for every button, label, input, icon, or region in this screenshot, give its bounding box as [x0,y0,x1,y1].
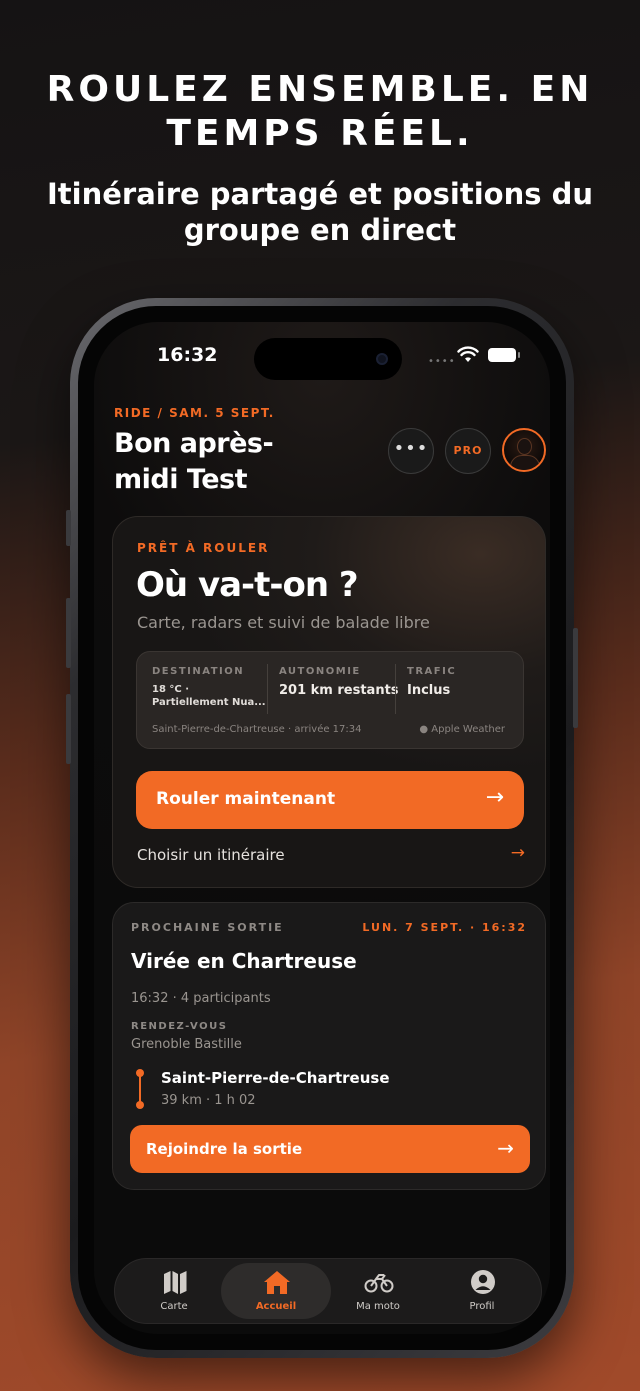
tab-bar: Carte Accueil Ma moto Profil [114,1258,542,1324]
phone-volume-up [66,598,71,668]
info-divider [395,664,396,714]
ride-card: PRÊT À ROULER Où va-t-on ? Carte, radars… [112,516,546,888]
battery-icon [488,348,520,362]
arrow-right-icon: → [497,1136,514,1160]
dynamic-island [254,338,402,380]
pro-button[interactable]: PRO [445,428,491,474]
camera-icon [376,353,388,365]
phone-side-button [66,510,71,546]
ride-card-subtitle: Carte, radars et suivi de balade libre [137,613,430,632]
phone-volume-down [66,694,71,764]
phone-bezel: 16:32 •••• RIDE / SAM. 5 SEPT. Bon après… [78,306,566,1350]
autonomy-value: 201 km restants [279,683,399,698]
info-divider [267,664,268,714]
tab-label: Carte [160,1301,188,1312]
next-ride-eyebrow: PROCHAINE SORTIE [131,921,284,934]
route-meta: 39 km · 1 h 02 [161,1093,256,1108]
traffic-label: TRAFIC [407,666,457,677]
join-ride-label: Rejoindre la sortie [146,1140,303,1158]
next-ride-title: Virée en Chartreuse [131,949,357,973]
signal-icon: •••• [428,356,456,367]
join-ride-button[interactable]: Rejoindre la sortie → [130,1125,530,1173]
hero-title-line2: TEMPS RÉEL. [166,113,474,154]
traffic-info: TRAFIC Inclus [407,666,517,699]
ride-date-eyebrow: RIDE / SAM. 5 SEPT. [114,406,275,420]
hero-title: ROULEZ ENSEMBLE. EN TEMPS RÉEL. [0,68,640,156]
ride-card-title: Où va-t-on ? [136,565,359,605]
ready-eyebrow: PRÊT À ROULER [137,541,270,555]
home-icon [264,1271,290,1294]
apple-logo-icon: ● [419,724,429,735]
tab-label: Profil [469,1301,495,1312]
app-screen: 16:32 •••• RIDE / SAM. 5 SEPT. Bon après… [94,322,550,1334]
map-icon [164,1271,187,1294]
greeting-title: Bon après-midi Test [114,428,274,495]
ride-info-panel: DESTINATION 18 °C · Partiellement Nua...… [136,651,524,749]
destination-value: 18 °C · Partiellement Nua... [152,683,267,709]
avatar-head [517,438,532,455]
tab-carte[interactable]: Carte [119,1263,229,1319]
hero-title-line1: ROULEZ ENSEMBLE. EN [46,69,594,110]
tab-ma-moto[interactable]: Ma moto [323,1263,433,1319]
next-ride-card[interactable]: PROCHAINE SORTIE LUN. 7 SEPT. · 16:32 Vi… [112,902,546,1190]
tab-accueil[interactable]: Accueil [221,1263,331,1319]
destination-weather: 18 °C · Partiellement Nua... [152,684,266,708]
weather-source: Apple Weather [431,724,505,735]
choose-route-label: Choisir un itinéraire [137,846,285,864]
profile-icon [471,1270,495,1294]
tab-profil[interactable]: Profil [427,1263,537,1319]
hero-subtitle: Itinéraire partagé et positions du group… [0,176,640,248]
meeting-place: Grenoble Bastille [131,1037,242,1052]
next-ride-date: LUN. 7 SEPT. · 16:32 [362,921,527,934]
choose-route-link[interactable]: Choisir un itinéraire → [137,843,525,864]
next-ride-meta: 16:32 · 4 participants [131,991,271,1006]
wifi-icon [457,346,479,362]
arrow-right-icon: → [510,843,525,863]
tab-label: Accueil [255,1301,297,1312]
tab-label: Ma moto [356,1301,400,1312]
avatar-body [510,455,540,470]
more-options-button[interactable]: ••• [388,428,434,474]
arrow-right-icon: → [485,785,504,810]
meeting-label: RENDEZ-VOUS [131,1021,228,1032]
hero-subtitle-line2: groupe en direct [183,213,457,247]
route-end-dot [136,1101,144,1109]
traffic-value: Inclus [407,683,451,698]
hero-subtitle-line1: Itinéraire partagé et positions du [46,177,593,211]
route-line [139,1075,141,1103]
destination-info: DESTINATION 18 °C · Partiellement Nua... [152,666,267,709]
route-destination: Saint-Pierre-de-Chartreuse [161,1069,390,1087]
arrival-info: Saint-Pierre-de-Chartreuse · arrivée 17:… [152,724,362,735]
weather-attribution: ● Apple Weather [419,724,505,735]
destination-label: DESTINATION [152,666,245,677]
motorcycle-icon [364,1274,394,1293]
avatar[interactable] [502,428,546,472]
autonomy-info: AUTONOMIE 201 km restants [279,666,399,699]
phone-frame: 16:32 •••• RIDE / SAM. 5 SEPT. Bon après… [66,298,578,1358]
ride-now-button[interactable]: Rouler maintenant → [136,771,524,829]
phone-power-button [573,628,578,728]
autonomy-label: AUTONOMIE [279,666,361,677]
ride-now-label: Rouler maintenant [156,789,336,809]
status-time: 16:32 [157,344,218,366]
